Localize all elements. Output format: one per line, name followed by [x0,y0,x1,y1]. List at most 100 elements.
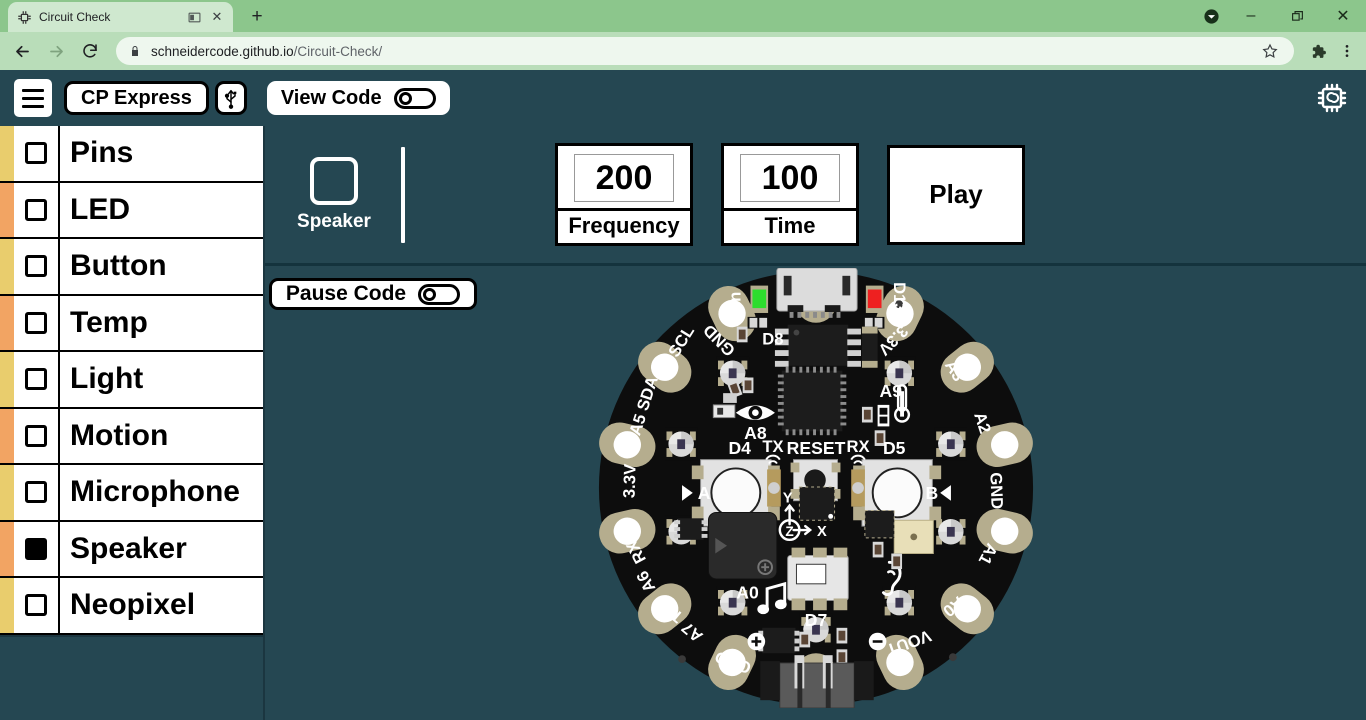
toggle-knob [423,287,437,301]
checkbox[interactable] [25,481,47,504]
frequency-field[interactable]: 200 Frequency [555,143,693,246]
sidebar-checkbox-cell[interactable] [14,408,60,463]
board-selector-group: CP Express [64,81,247,115]
d8-label: D8 [762,329,783,348]
panel-divider [401,146,405,243]
board-name-button[interactable]: CP Express [64,81,209,115]
profile-icon[interactable] [1194,0,1228,32]
axis-y: Y [782,491,792,507]
sidebar-checkbox-cell[interactable] [14,465,60,520]
checkbox[interactable] [25,198,47,221]
row-color-strip [0,408,14,463]
pad-33v-left: 3.3V [619,464,639,499]
url-path: /Circuit-Check/ [293,43,383,59]
row-color-strip [0,295,14,350]
row-color-strip [0,239,14,294]
sidebar-item-microphone[interactable]: Microphone [0,465,263,522]
checkbox[interactable] [25,142,47,165]
sidebar-checkbox-cell[interactable] [14,578,60,633]
circuit-playground-board[interactable]: On D13 GND D8 3.3V A8 A9 D4 A D5 B RESET… [591,268,1041,708]
address-bar[interactable]: schneidercode.github.io/Circuit-Check/ [116,37,1294,65]
sidebar-item-label: Pins [70,136,134,170]
speaker-panel: Speaker 200 Frequency 100 Time Play [265,126,1366,266]
sidebar-item-label: Temp [70,305,148,339]
d4-label: D4 [728,438,751,458]
chip-gear-icon[interactable] [1312,78,1352,118]
time-input[interactable]: 100 [740,154,840,202]
reload-icon[interactable] [74,35,106,67]
rx-label: RX [846,437,869,456]
usb-icon[interactable] [214,81,247,115]
tab-strip: Circuit Check ✕ + – ✕ [0,0,1366,32]
sidebar-item-neopixel[interactable]: Neopixel [0,578,263,635]
arrow-left-icon[interactable] [6,35,38,67]
sidebar-checkbox-cell[interactable] [14,295,60,350]
d7-label: D7 [804,610,827,630]
minimize-button[interactable]: – [1228,0,1274,32]
window-controls: – ✕ [1194,0,1366,32]
sidebar-item-label: Button [70,249,167,283]
browser-window: Circuit Check ✕ + – ✕ schneidercode.gith… [0,0,1366,720]
sidebar-item-motion[interactable]: Motion [0,408,263,465]
flash-chip [774,324,861,367]
row-color-strip [0,182,14,237]
sidebar-checkbox-cell[interactable] [14,182,60,237]
frequency-input[interactable]: 200 [574,154,674,202]
button-b-letter: B [925,483,938,503]
kebab-menu-icon[interactable] [1334,37,1360,65]
puzzle-icon[interactable] [1304,37,1332,65]
toggle-knob [398,91,412,105]
app-header: CP Express View Code [0,70,1366,126]
checkbox[interactable] [25,368,47,391]
play-button[interactable]: Play [887,144,1025,245]
hamburger-icon[interactable] [14,79,52,117]
pause-code-button[interactable]: Pause Code [269,278,477,310]
row-color-strip [0,521,14,576]
sidebar-checkbox-cell[interactable] [14,521,60,576]
checkbox[interactable] [25,594,47,617]
chip-icon [16,9,32,25]
sidebar-item-temp[interactable]: Temp [0,295,263,352]
checkbox[interactable] [25,255,47,278]
close-icon[interactable]: ✕ [209,9,225,25]
sidebar-item-speaker[interactable]: Speaker [0,521,263,578]
checkbox-checked[interactable] [25,537,47,560]
checkbox[interactable] [25,424,47,447]
arrow-right-icon[interactable] [40,35,72,67]
button-a-letter: A [697,483,710,503]
sidebar-item-light[interactable]: Light [0,352,263,409]
new-tab-button[interactable]: + [243,2,271,30]
pause-code-switch[interactable] [418,283,461,305]
checkbox[interactable] [25,311,47,334]
sidebar-checkbox-cell[interactable] [14,239,60,294]
main-mcu [777,366,846,436]
cast-icon[interactable] [186,9,202,25]
url-host: schneidercode.github.io [151,43,294,59]
main-area: Speaker 200 Frequency 100 Time Play Paus… [265,126,1366,720]
time-field[interactable]: 100 Time [721,143,859,246]
sidebar-item-button[interactable]: Button [0,239,263,296]
star-icon[interactable] [1258,39,1282,63]
sidebar-item-pins[interactable]: Pins [0,126,263,183]
url-text: schneidercode.github.io/Circuit-Check/ [151,44,382,59]
app-root: CP Express View Code Pins LED Button Tem… [0,70,1366,720]
slide-switch [786,547,849,611]
sidebar-filler [0,634,263,720]
browser-tab[interactable]: Circuit Check ✕ [8,2,233,32]
sidebar-item-led[interactable]: LED [0,182,263,239]
maximize-button[interactable] [1274,0,1320,32]
sidebar-item-label: Neopixel [70,588,196,622]
close-window-button[interactable]: ✕ [1320,0,1366,32]
tab-title: Circuit Check [39,10,111,24]
sidebar-item-label: LED [70,192,130,226]
sidebar-item-label: Motion [70,418,169,452]
a0-speaker-label: A0 [736,582,759,602]
view-code-toggle[interactable]: View Code [266,81,450,115]
sidebar-checkbox-cell[interactable] [14,126,60,181]
sidebar-checkbox-cell[interactable] [14,352,60,407]
pause-code-label: Pause Code [285,282,407,305]
sidebar-item-label: Light [70,362,144,396]
view-code-switch[interactable] [393,87,436,109]
usb-connector [775,268,858,318]
axis-z: Z [785,524,793,539]
